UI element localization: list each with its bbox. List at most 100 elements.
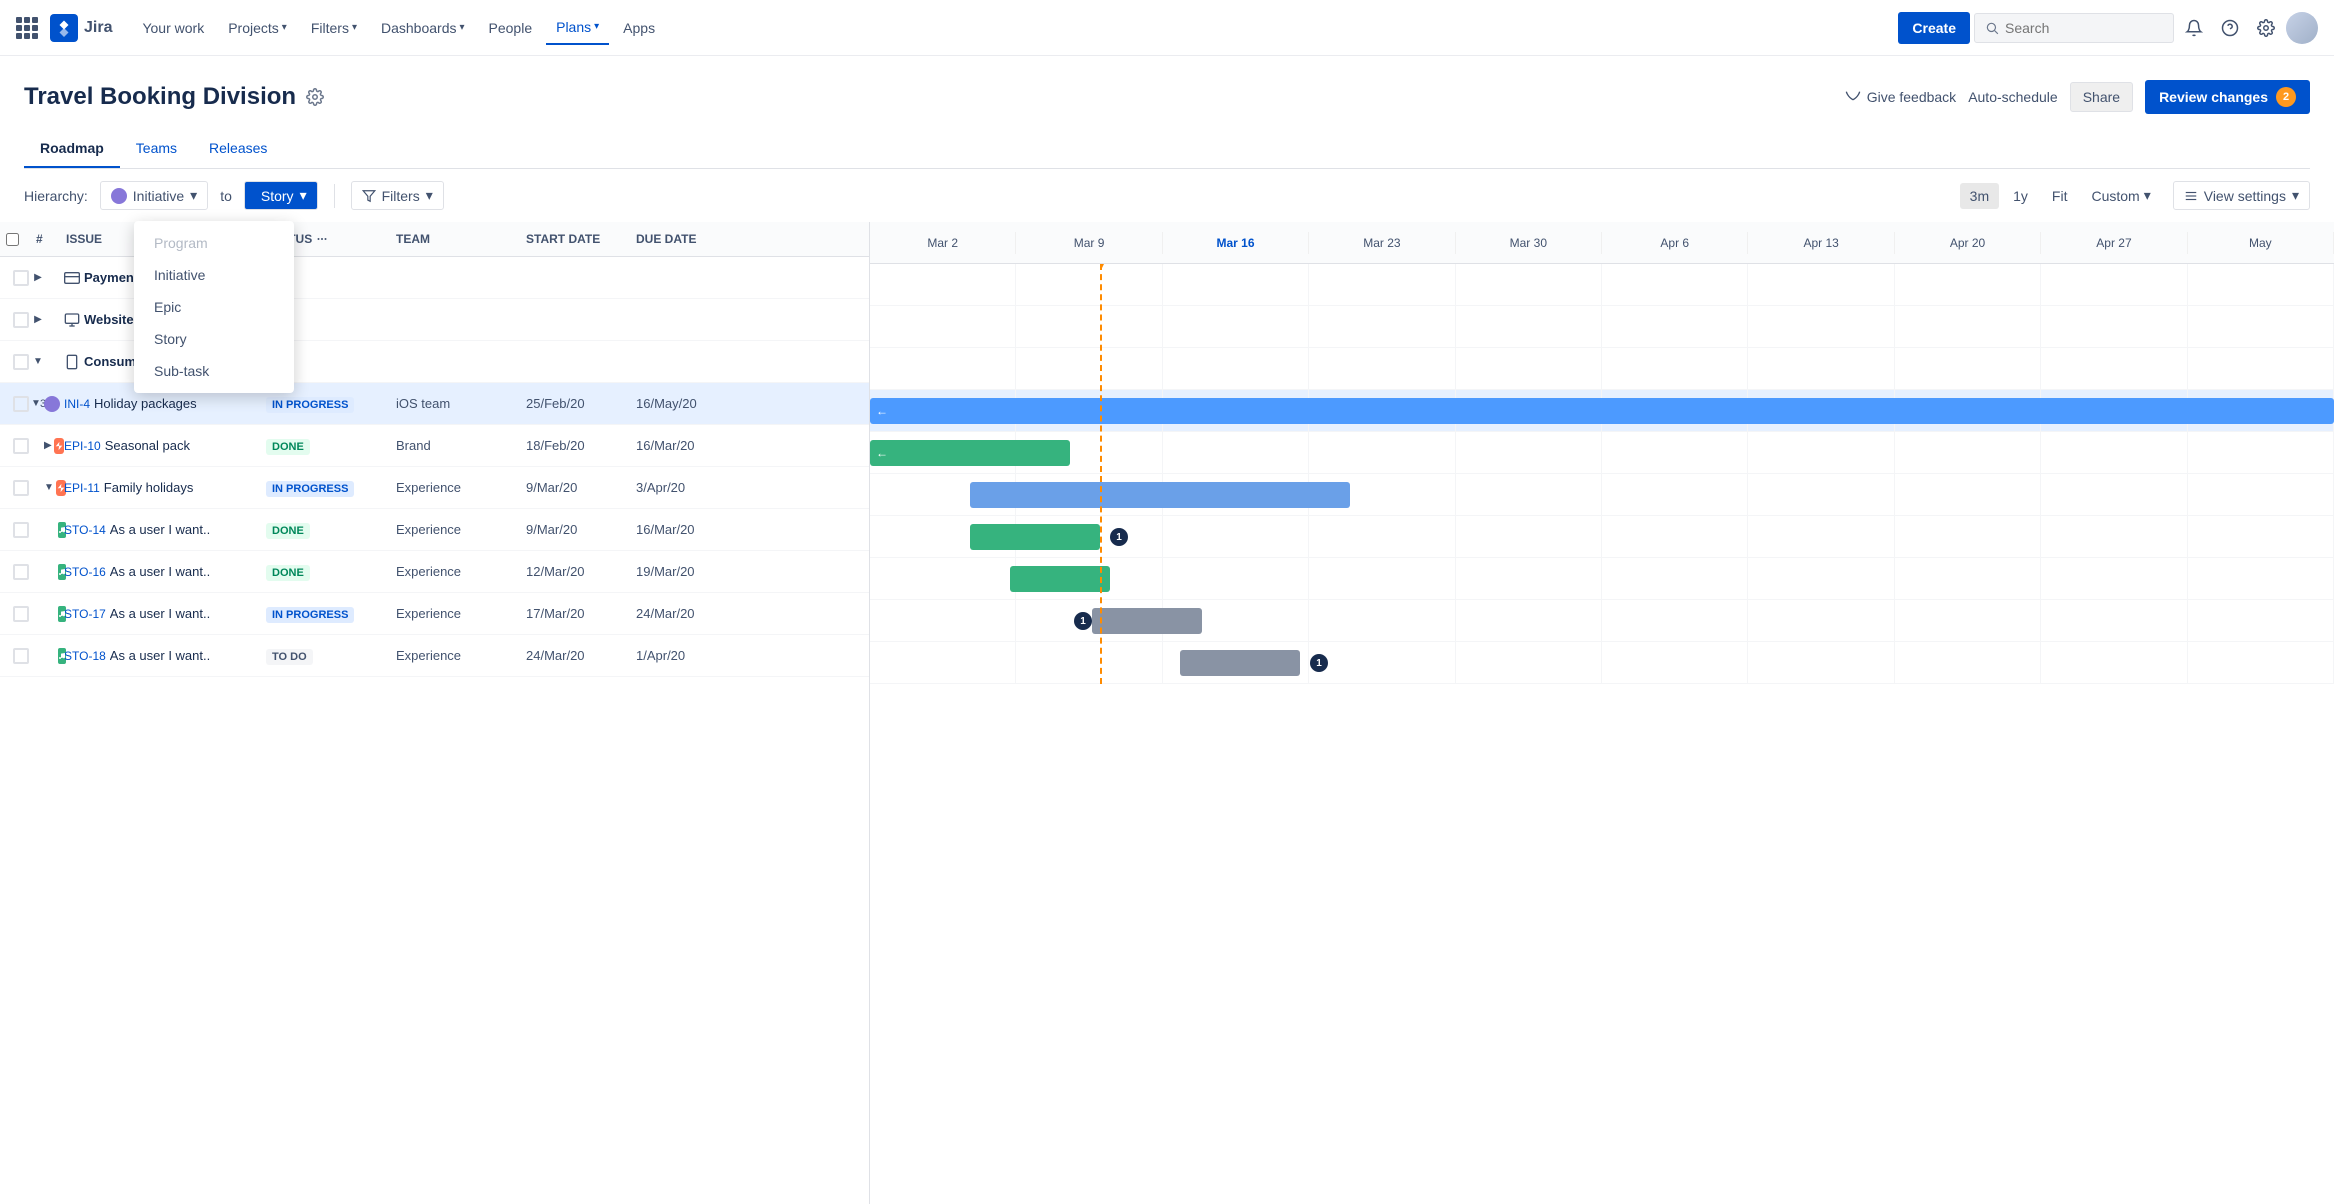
gantt-row-sto18: 1	[870, 642, 2334, 684]
dashboards-chevron-icon: ▾	[459, 22, 464, 33]
row-checkbox[interactable]	[13, 606, 29, 622]
story-badge-sto14: 1	[1110, 528, 1128, 546]
feedback-button[interactable]: Give feedback	[1845, 89, 1957, 105]
dropdown-item-subtask[interactable]: Sub-task	[134, 355, 294, 387]
row-checkbox[interactable]	[13, 438, 29, 454]
dropdown-item-epic[interactable]: Epic	[134, 291, 294, 323]
page-header: Travel Booking Division Give feedback Au…	[24, 80, 2310, 114]
search-input[interactable]	[2005, 20, 2135, 36]
expand-button[interactable]: ▼	[30, 396, 42, 412]
time-3m-button[interactable]: 3m	[1960, 183, 1999, 209]
table-row: ▶ EPI-10 Seasonal pack DONE Brand 18/Feb…	[0, 425, 869, 467]
settings-button[interactable]	[2250, 12, 2282, 44]
dropdown-item-initiative[interactable]: Initiative	[134, 259, 294, 291]
hierarchy-from-button[interactable]: Initiative ▾	[100, 181, 208, 210]
nav-your-work[interactable]: Your work	[132, 12, 214, 44]
filters-button[interactable]: Filters ▾	[351, 181, 444, 210]
nav-plans[interactable]: Plans ▾	[546, 11, 609, 45]
custom-button[interactable]: Custom ▾	[2081, 182, 2160, 209]
notifications-button[interactable]	[2178, 12, 2210, 44]
story-badge-sto18: 1	[1310, 654, 1328, 672]
page-content: Travel Booking Division Give feedback Au…	[0, 56, 2334, 222]
nav-projects[interactable]: Projects ▾	[218, 12, 297, 44]
row-checkbox[interactable]	[13, 480, 29, 496]
row-checkbox[interactable]	[13, 270, 29, 286]
create-button[interactable]: Create	[1898, 12, 1970, 44]
time-1y-button[interactable]: 1y	[2003, 183, 2038, 209]
autoschedule-button[interactable]: Auto-schedule	[1968, 89, 2058, 105]
gantt-row-sto16	[870, 558, 2334, 600]
table-row: STO-17 As a user I want.. IN PROGRESS Ex…	[0, 593, 869, 635]
gantt-bar-epi10[interactable]: ←	[870, 440, 1070, 466]
select-all-checkbox[interactable]	[6, 233, 19, 246]
table-row: STO-18 As a user I want.. TO DO Experien…	[0, 635, 869, 677]
jira-logo[interactable]: Jira	[50, 14, 112, 42]
share-button[interactable]: Share	[2070, 82, 2133, 112]
nav-people[interactable]: People	[479, 12, 543, 44]
time-fit-button[interactable]: Fit	[2042, 183, 2078, 209]
team-column-header: Team	[390, 228, 520, 250]
hierarchy-to-button[interactable]: Story ▾	[244, 181, 318, 210]
gantt-col-mar23: Mar 23	[1309, 232, 1455, 254]
status-badge: DONE	[266, 439, 310, 455]
story-chevron-icon: ▾	[300, 187, 307, 204]
expand-button[interactable]: ▶	[30, 270, 46, 286]
row-checkbox[interactable]	[13, 396, 29, 412]
search-box[interactable]	[1974, 13, 2174, 43]
view-settings-chevron-icon: ▾	[2292, 187, 2299, 204]
tab-teams[interactable]: Teams	[120, 130, 193, 168]
nav-apps[interactable]: Apps	[613, 12, 665, 44]
gantt-col-may: May	[2188, 232, 2334, 254]
expand-button[interactable]: ▼	[30, 354, 46, 370]
start-date-column-header: Start date	[520, 228, 630, 250]
gantt-row	[870, 348, 2334, 390]
gantt-bar-epi11[interactable]	[970, 482, 1350, 508]
gantt-bar-sto17[interactable]	[1092, 608, 1202, 634]
gantt-bar-sto14[interactable]	[970, 524, 1100, 550]
gantt-bar-sto18[interactable]	[1180, 650, 1300, 676]
page-settings-icon[interactable]	[306, 88, 324, 106]
header-actions: Give feedback Auto-schedule Share Review…	[1845, 80, 2310, 114]
row-checkbox[interactable]	[13, 354, 29, 370]
hierarchy-label: Hierarchy:	[24, 188, 88, 204]
nav-filters[interactable]: Filters ▾	[301, 12, 367, 44]
custom-chevron-icon: ▾	[2144, 187, 2151, 204]
row-checkbox[interactable]	[13, 564, 29, 580]
review-changes-button[interactable]: Review changes 2	[2145, 80, 2310, 114]
top-navigation: Jira Your work Projects ▾ Filters ▾ Dash…	[0, 0, 2334, 56]
user-avatar[interactable]	[2286, 12, 2318, 44]
table-row: ▼ Consumer App	[0, 341, 869, 383]
row-checkbox[interactable]	[13, 312, 29, 328]
expand-button[interactable]: ▶	[30, 312, 46, 328]
row-checkbox[interactable]	[13, 648, 29, 664]
filters-chevron-icon: ▾	[426, 187, 433, 204]
plans-chevron-icon: ▾	[594, 21, 599, 32]
status-badge: IN PROGRESS	[266, 481, 354, 497]
help-button[interactable]	[2214, 12, 2246, 44]
tab-releases[interactable]: Releases	[193, 130, 283, 168]
view-settings-button[interactable]: View settings ▾	[2173, 181, 2310, 210]
status-badge: IN PROGRESS	[266, 397, 354, 413]
expand-button[interactable]: ▼	[44, 480, 54, 496]
row-checkbox[interactable]	[13, 522, 29, 538]
toolbar: Hierarchy: Initiative ▾ to Story ▾ Progr…	[24, 169, 2310, 222]
main-content: # Issue Status Team Start date Due date …	[0, 222, 2334, 1204]
issue-cell: STO-14 As a user I want..	[60, 522, 260, 537]
apps-grid-icon[interactable]	[16, 17, 38, 39]
status-badge: IN PROGRESS	[266, 607, 354, 623]
table-row: ▼ EPI-11 Family holidays IN PROGRESS Exp…	[0, 467, 869, 509]
gantt-bar-ini4[interactable]: ←	[870, 398, 2334, 424]
expand-button[interactable]: ▶	[44, 438, 52, 454]
dropdown-item-story[interactable]: Story	[134, 323, 294, 355]
nav-dashboards[interactable]: Dashboards ▾	[371, 12, 475, 44]
gantt-row-sto14: 1	[870, 516, 2334, 558]
fields-more-icon[interactable]	[316, 233, 328, 245]
credit-card-icon	[64, 270, 80, 286]
page-title: Travel Booking Division	[24, 83, 296, 111]
monitor-icon	[64, 312, 80, 328]
tab-roadmap[interactable]: Roadmap	[24, 130, 120, 168]
gantt-header: Mar 2 Mar 9 Mar 16 Mar 23 Mar 30 Apr 6 A…	[870, 222, 2334, 264]
page-title-area: Travel Booking Division	[24, 83, 324, 111]
gantt-col-mar9: Mar 9	[1016, 232, 1162, 254]
gantt-bar-sto16[interactable]	[1010, 566, 1110, 592]
